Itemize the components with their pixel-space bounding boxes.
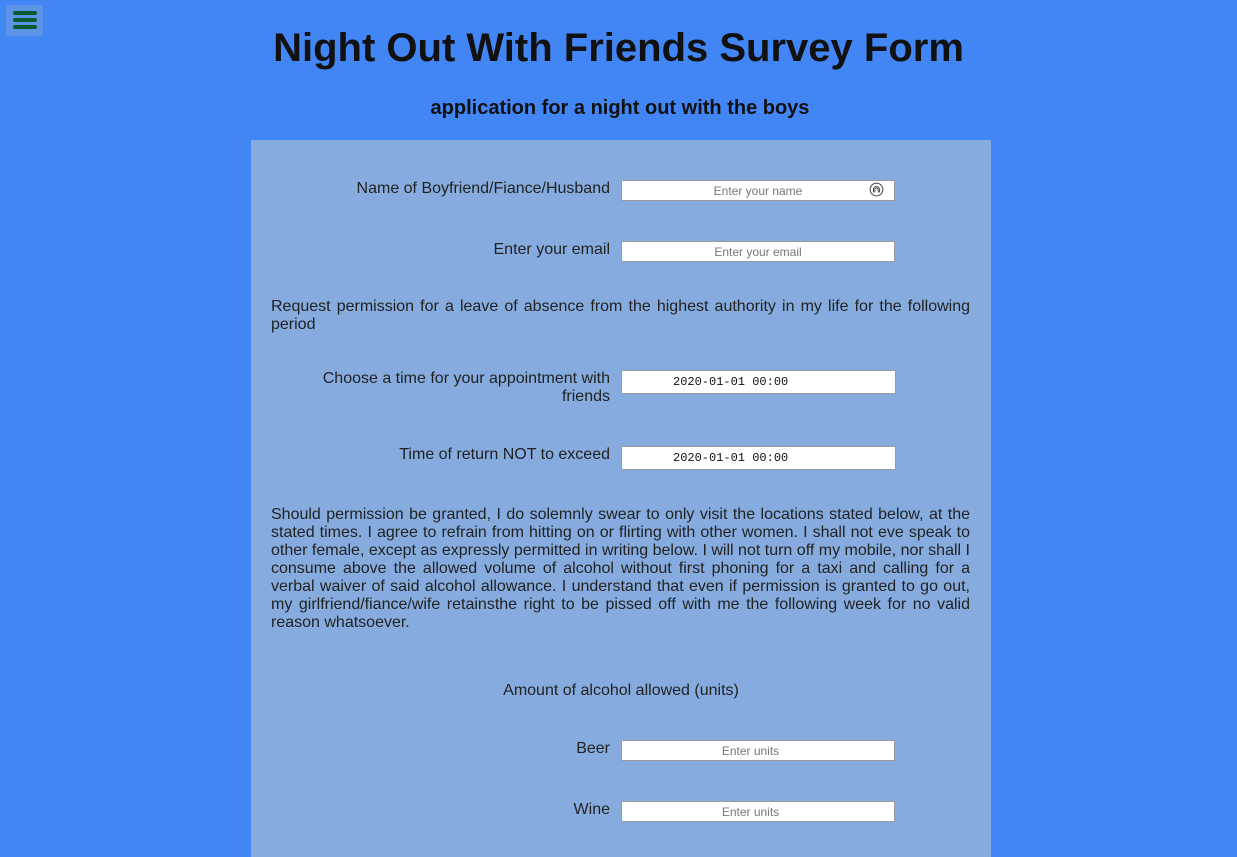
- oath-text: Should permission be granted, I do solem…: [271, 506, 970, 631]
- alcohol-heading: Amount of alcohol allowed (units): [503, 682, 739, 699]
- appointment-datetime-input[interactable]: [621, 370, 896, 394]
- survey-form: Name of Boyfriend/Fiance/Husband Enter y…: [251, 140, 991, 857]
- autofill-contact-icon[interactable]: [869, 182, 884, 197]
- name-label: Name of Boyfriend/Fiance/Husband: [356, 180, 610, 197]
- email-input[interactable]: [621, 241, 895, 262]
- page-title: Night Out With Friends Survey Form: [273, 26, 964, 70]
- wine-units-input[interactable]: [621, 801, 895, 822]
- wine-label: Wine: [573, 801, 610, 818]
- beer-label: Beer: [576, 740, 610, 757]
- page-subtitle: application for a night out with the boy…: [430, 97, 810, 119]
- beer-units-input[interactable]: [621, 740, 895, 761]
- request-text: Request permission for a leave of absenc…: [271, 298, 970, 333]
- return-time-label: Time of return NOT to exceed: [399, 446, 610, 463]
- return-datetime-input[interactable]: [621, 446, 896, 470]
- email-label: Enter your email: [493, 241, 611, 258]
- name-input[interactable]: [621, 180, 895, 201]
- hamburger-menu-icon: [13, 11, 37, 15]
- hamburger-menu-icon-bar: [13, 18, 37, 22]
- appointment-label: Choose a time for your appointment with …: [322, 370, 610, 405]
